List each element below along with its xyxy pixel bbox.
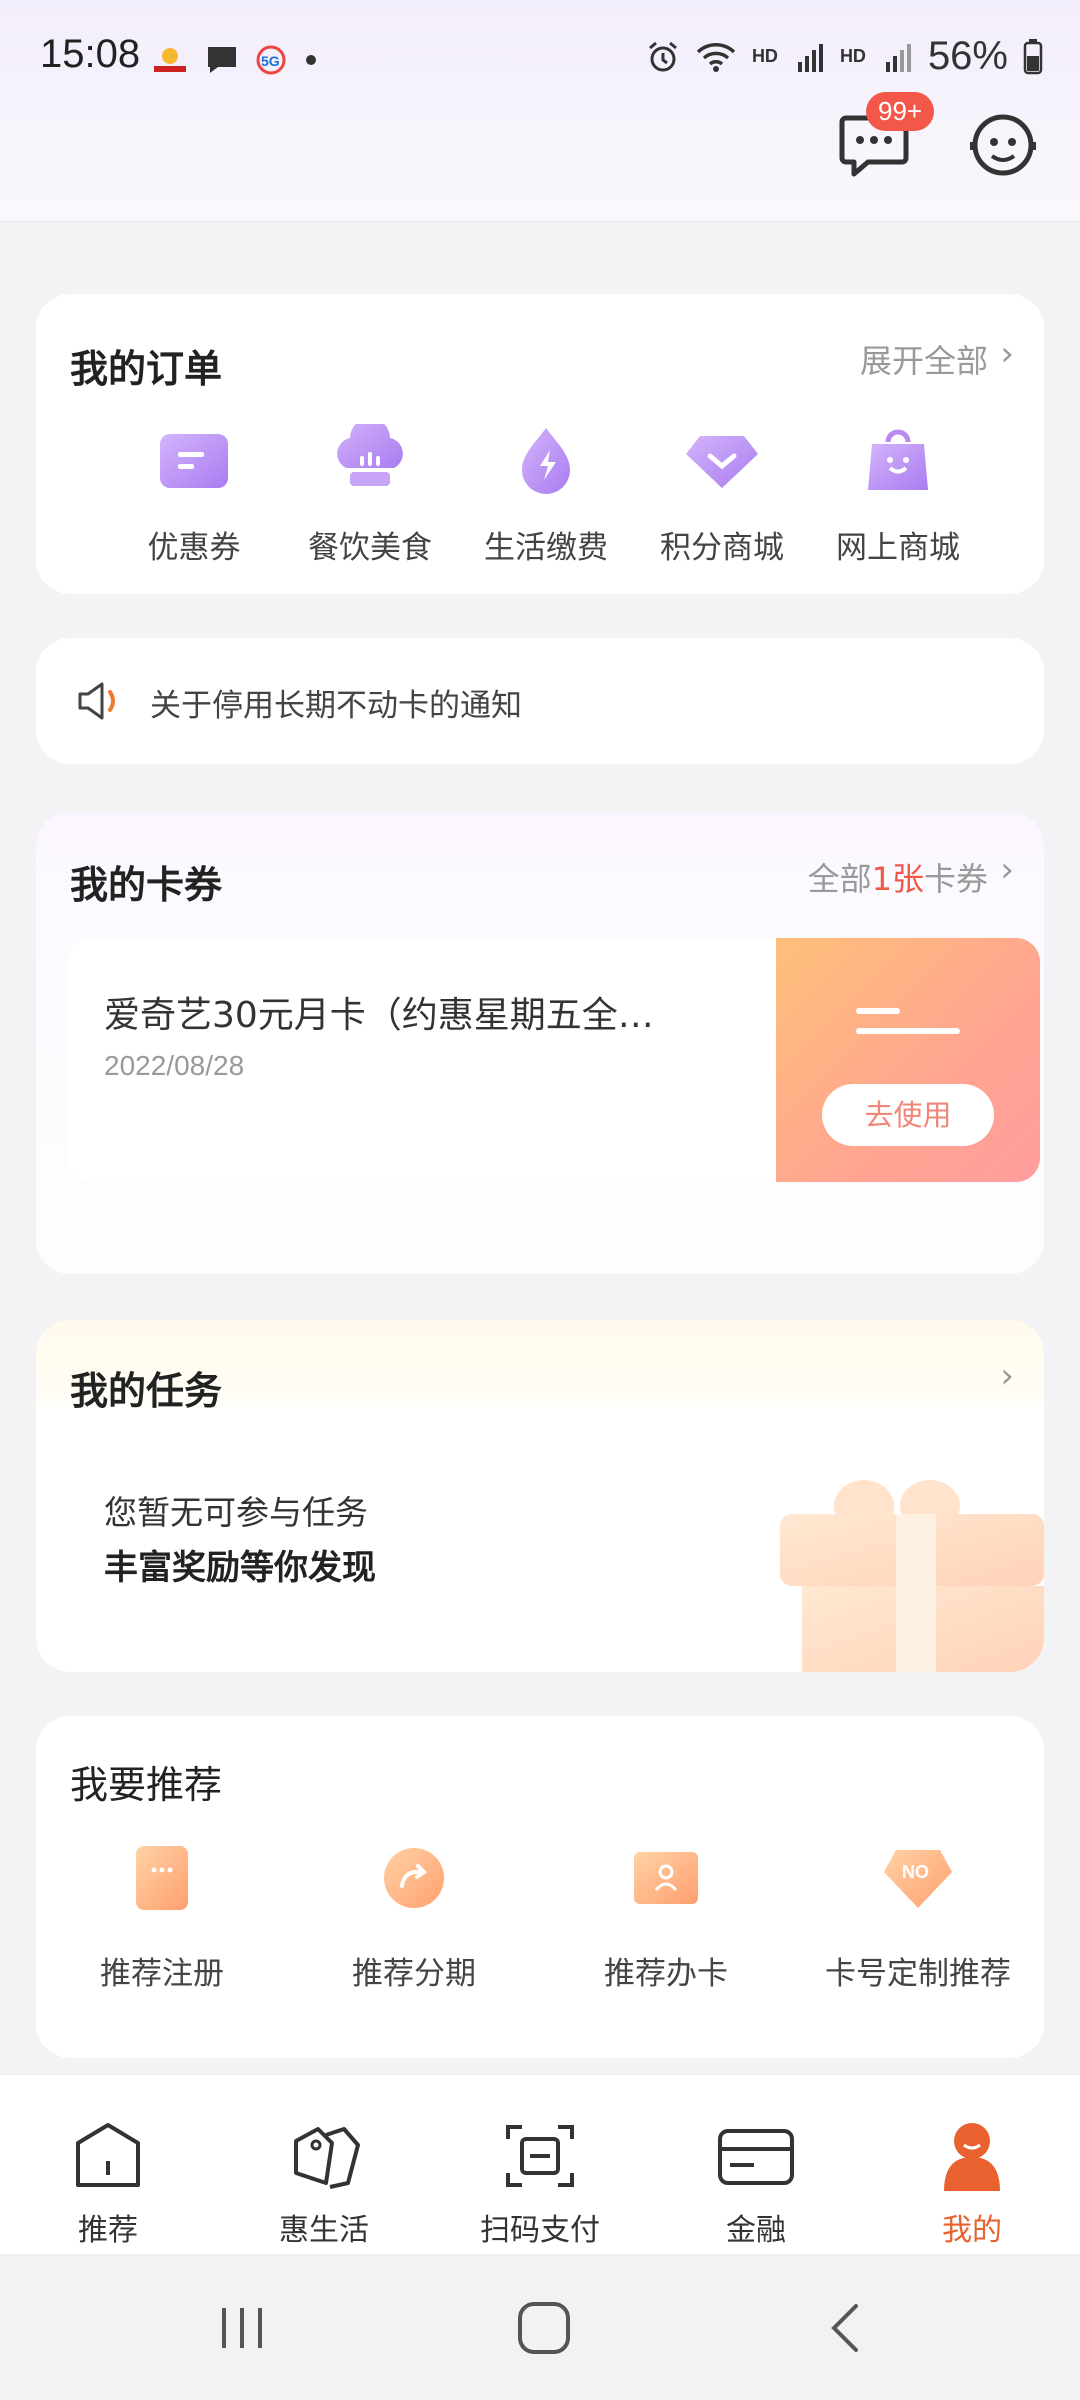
coupon-item[interactable]: 爱奇艺30元月卡（约惠星期五全… 2022/08/28 去使用 <box>68 938 1040 1182</box>
message-badge: 99+ <box>866 92 935 131</box>
custom-number-icon: NO <box>884 1850 952 1908</box>
recommend-installment[interactable]: 推荐分期 <box>288 1842 540 1993</box>
tab-life[interactable]: 惠生活 <box>254 2121 394 2249</box>
coupon-lines-icon <box>856 1008 960 1034</box>
tag-icon <box>294 2127 360 2189</box>
tab-finance[interactable]: 金融 <box>686 2121 826 2249</box>
notification-icons: 5G <box>150 40 318 80</box>
order-label: 餐饮美食 <box>308 530 432 566</box>
orders-card: 我的订单 展开全部 › 优惠券 餐饮美食 生活缴费 积分商城 网上商城 <box>36 294 1044 594</box>
order-item-points-mall[interactable]: 积分商城 <box>634 424 810 567</box>
order-item-coupon[interactable]: 优惠券 <box>106 424 282 567</box>
user-icon <box>944 2123 1000 2191</box>
chevron-right-icon[interactable]: › <box>1000 1356 1014 1396</box>
use-coupon-button[interactable]: 去使用 <box>822 1084 994 1146</box>
notice-bar[interactable]: 关于停用长期不动卡的通知 <box>36 638 1044 764</box>
battery-icon <box>1023 38 1043 74</box>
order-label: 积分商城 <box>660 530 784 566</box>
tasks-card: 我的任务 › 您暂无可参与任务 丰富奖励等你发现 <box>36 1320 1044 1672</box>
coupons-title: 我的卡券 <box>70 863 223 907</box>
svg-text:NO: NO <box>902 1862 929 1882</box>
order-item-bills[interactable]: 生活缴费 <box>458 424 634 567</box>
recommend-label: 推荐分期 <box>352 1956 476 1992</box>
coupons-all-link[interactable]: 全部1张卡券 <box>808 854 988 900</box>
tab-label: 推荐 <box>78 2213 138 2248</box>
tab-label: 惠生活 <box>279 2213 369 2248</box>
recommend-label: 推荐注册 <box>100 1956 224 1992</box>
home-button-icon[interactable] <box>514 2298 574 2358</box>
coupons-count: 1张 <box>871 860 924 898</box>
recommend-register[interactable]: 推荐注册 <box>36 1842 288 1993</box>
order-label: 网上商城 <box>836 530 960 566</box>
coupons-all-suffix: 卡券 <box>923 860 988 898</box>
wifi-icon <box>696 42 736 72</box>
credit-card-icon <box>718 2129 794 2185</box>
signal-5g-icon <box>797 43 823 72</box>
tab-label: 我的 <box>942 2213 1002 2248</box>
signal-4g-icon <box>885 43 911 72</box>
tab-label: 金融 <box>726 2213 786 2248</box>
gift-icon <box>780 1480 1044 1672</box>
recent-apps-icon[interactable] <box>212 2298 272 2358</box>
order-label: 生活缴费 <box>484 530 608 566</box>
chevron-right-icon[interactable]: › <box>1000 850 1014 890</box>
dot-icon <box>306 55 316 65</box>
orders-title: 我的订单 <box>70 347 223 391</box>
app-logo-icon <box>154 48 186 72</box>
customer-service-icon[interactable] <box>970 112 1036 178</box>
5g-icon: 5G <box>256 45 286 75</box>
battery-text: 56% <box>927 34 1008 78</box>
hd-label-2: HD <box>839 46 866 66</box>
order-label: 优惠券 <box>147 530 241 566</box>
chevron-right-icon[interactable]: › <box>1000 334 1014 374</box>
recommend-shortcuts: 推荐注册 推荐分期 推荐办卡 NO 卡号定制推荐 <box>36 1842 1044 1993</box>
order-item-dining[interactable]: 餐饮美食 <box>282 418 458 567</box>
bottom-tab-bar: 推荐 惠生活 扫码支付 金融 我的 <box>0 2074 1080 2254</box>
coupons-all-prefix: 全部 <box>807 860 872 898</box>
lightning-drop-icon <box>522 428 570 494</box>
recommend-custom-number[interactable]: NO 卡号定制推荐 <box>792 1842 1044 1993</box>
status-time: 15:08 <box>40 32 141 76</box>
notice-text[interactable]: 关于停用长期不动卡的通知 <box>150 680 522 725</box>
coupon-stub: 去使用 <box>776 938 1040 1182</box>
tab-label: 扫码支付 <box>480 2213 600 2248</box>
alarm-icon <box>648 41 677 71</box>
tab-scan-pay[interactable]: 扫码支付 <box>470 2121 610 2249</box>
coupons-card: 我的卡券 全部1张卡券 › 爱奇艺30元月卡（约惠星期五全… 2022/08/2… <box>36 812 1044 1274</box>
top-header: 15:08 5G HD HD 56% 99+ <box>0 0 1080 222</box>
order-shortcuts: 优惠券 餐饮美食 生活缴费 积分商城 网上商城 <box>106 418 986 567</box>
coupon-icon <box>160 434 228 488</box>
installment-icon <box>384 1848 444 1908</box>
back-icon[interactable] <box>818 2298 878 2358</box>
status-right: HD HD 56% <box>646 34 1044 79</box>
coupon-date: 2022/08/28 <box>104 1050 245 1081</box>
order-item-online-mall[interactable]: 网上商城 <box>810 424 986 567</box>
chef-hat-icon <box>337 418 403 486</box>
tab-recommend[interactable]: 推荐 <box>38 2121 178 2249</box>
tab-mine[interactable]: 我的 <box>902 2121 1042 2249</box>
recommend-label: 卡号定制推荐 <box>825 1956 1011 1992</box>
register-icon <box>136 1846 188 1910</box>
orders-expand-link[interactable]: 展开全部 <box>860 336 988 382</box>
system-navigation-bar <box>0 2254 1080 2400</box>
speaker-icon <box>78 682 115 720</box>
recommend-card-apply[interactable]: 推荐办卡 <box>540 1842 792 1993</box>
tasks-title: 我的任务 <box>70 1369 223 1413</box>
svg-text:5G: 5G <box>261 53 280 69</box>
tasks-empty-text: 您暂无可参与任务 <box>104 1493 368 1532</box>
shopping-bag-icon <box>868 429 928 490</box>
home-icon <box>76 2123 140 2187</box>
tasks-reward-text: 丰富奖励等你发现 <box>104 1548 376 1588</box>
recommend-title: 我要推荐 <box>70 1763 223 1807</box>
scan-icon <box>506 2125 574 2187</box>
coupon-name: 爱奇艺30元月卡（约惠星期五全… <box>104 995 654 1036</box>
chat-notification-icon <box>208 47 236 73</box>
recommend-card: 我要推荐 推荐注册 推荐分期 推荐办卡 NO 卡号定制推荐 <box>36 1716 1044 2058</box>
recommend-label: 推荐办卡 <box>604 1956 728 1992</box>
hd-label-1: HD <box>751 46 778 66</box>
card-apply-icon <box>634 1852 698 1904</box>
diamond-icon <box>686 436 758 488</box>
